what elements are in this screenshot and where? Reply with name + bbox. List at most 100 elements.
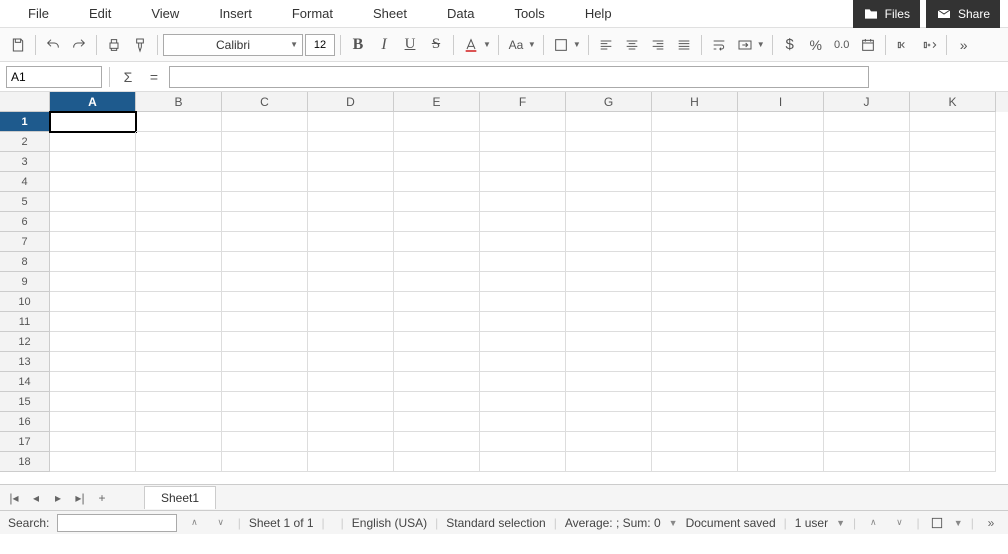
files-button[interactable]: Files	[853, 0, 920, 28]
cell-I14[interactable]	[738, 372, 824, 392]
cell-F6[interactable]	[480, 212, 566, 232]
cell-C2[interactable]	[222, 132, 308, 152]
cell-A10[interactable]	[50, 292, 136, 312]
cell-K5[interactable]	[910, 192, 996, 212]
cell-K13[interactable]	[910, 352, 996, 372]
print-icon[interactable]	[102, 33, 126, 57]
cell-B18[interactable]	[136, 452, 222, 472]
cell-G1[interactable]	[566, 112, 652, 132]
cell-A1[interactable]	[50, 112, 136, 132]
cell-I18[interactable]	[738, 452, 824, 472]
cell-I6[interactable]	[738, 212, 824, 232]
col-header-A[interactable]: A	[50, 92, 136, 112]
cell-F14[interactable]	[480, 372, 566, 392]
number-format-icon[interactable]: 0.0	[830, 33, 854, 57]
cell-K14[interactable]	[910, 372, 996, 392]
cell-J8[interactable]	[824, 252, 910, 272]
cell-D17[interactable]	[308, 432, 394, 452]
row-header-14[interactable]: 14	[0, 372, 50, 392]
equals-icon[interactable]: =	[143, 66, 165, 88]
row-header-15[interactable]: 15	[0, 392, 50, 412]
cell-D18[interactable]	[308, 452, 394, 472]
cell-J16[interactable]	[824, 412, 910, 432]
cell-H6[interactable]	[652, 212, 738, 232]
cell-A15[interactable]	[50, 392, 136, 412]
cell-B7[interactable]	[136, 232, 222, 252]
cell-G5[interactable]	[566, 192, 652, 212]
cell-G10[interactable]	[566, 292, 652, 312]
select-all-corner[interactable]	[0, 92, 50, 112]
cell-C9[interactable]	[222, 272, 308, 292]
cell-D16[interactable]	[308, 412, 394, 432]
cell-C8[interactable]	[222, 252, 308, 272]
cell-G15[interactable]	[566, 392, 652, 412]
cell-I9[interactable]	[738, 272, 824, 292]
increase-decimal-icon[interactable]	[917, 33, 941, 57]
cell-J4[interactable]	[824, 172, 910, 192]
cell-J2[interactable]	[824, 132, 910, 152]
cell-E17[interactable]	[394, 432, 480, 452]
cell-A3[interactable]	[50, 152, 136, 172]
cell-K9[interactable]	[910, 272, 996, 292]
row-header-16[interactable]: 16	[0, 412, 50, 432]
cell-D10[interactable]	[308, 292, 394, 312]
col-header-F[interactable]: F	[480, 92, 566, 112]
menu-edit[interactable]: Edit	[69, 2, 131, 25]
cell-D9[interactable]	[308, 272, 394, 292]
cell-J11[interactable]	[824, 312, 910, 332]
cell-D3[interactable]	[308, 152, 394, 172]
cell-I11[interactable]	[738, 312, 824, 332]
cell-E4[interactable]	[394, 172, 480, 192]
cell-B10[interactable]	[136, 292, 222, 312]
cell-H4[interactable]	[652, 172, 738, 192]
cell-B8[interactable]	[136, 252, 222, 272]
cell-B16[interactable]	[136, 412, 222, 432]
cell-C15[interactable]	[222, 392, 308, 412]
col-header-J[interactable]: J	[824, 92, 910, 112]
cell-C11[interactable]	[222, 312, 308, 332]
cell-K16[interactable]	[910, 412, 996, 432]
cell-H10[interactable]	[652, 292, 738, 312]
cell-F7[interactable]	[480, 232, 566, 252]
col-header-G[interactable]: G	[566, 92, 652, 112]
row-header-12[interactable]: 12	[0, 332, 50, 352]
cell-H14[interactable]	[652, 372, 738, 392]
collapse-up-icon[interactable]: ∧	[864, 513, 882, 533]
cell-D2[interactable]	[308, 132, 394, 152]
row-header-8[interactable]: 8	[0, 252, 50, 272]
cell-H7[interactable]	[652, 232, 738, 252]
cell-E14[interactable]	[394, 372, 480, 392]
cell-G11[interactable]	[566, 312, 652, 332]
undo-icon[interactable]	[41, 33, 65, 57]
cell-A5[interactable]	[50, 192, 136, 212]
cell-A2[interactable]	[50, 132, 136, 152]
prev-sheet-icon[interactable]: ◂	[26, 488, 46, 508]
cell-reference-input[interactable]	[6, 66, 102, 88]
row-header-1[interactable]: 1	[0, 112, 50, 132]
menu-view[interactable]: View	[131, 2, 199, 25]
cell-I15[interactable]	[738, 392, 824, 412]
cell-J14[interactable]	[824, 372, 910, 392]
next-sheet-icon[interactable]: ▸	[48, 488, 68, 508]
cell-E11[interactable]	[394, 312, 480, 332]
cell-E10[interactable]	[394, 292, 480, 312]
cell-F15[interactable]	[480, 392, 566, 412]
cell-D12[interactable]	[308, 332, 394, 352]
cell-D7[interactable]	[308, 232, 394, 252]
cell-I12[interactable]	[738, 332, 824, 352]
cell-D13[interactable]	[308, 352, 394, 372]
cell-C4[interactable]	[222, 172, 308, 192]
cell-A11[interactable]	[50, 312, 136, 332]
cell-K2[interactable]	[910, 132, 996, 152]
cell-C1[interactable]	[222, 112, 308, 132]
cell-G4[interactable]	[566, 172, 652, 192]
cell-E13[interactable]	[394, 352, 480, 372]
cell-A17[interactable]	[50, 432, 136, 452]
cell-K7[interactable]	[910, 232, 996, 252]
first-sheet-icon[interactable]: |◂	[4, 488, 24, 508]
cell-E12[interactable]	[394, 332, 480, 352]
cell-B14[interactable]	[136, 372, 222, 392]
more-tools-icon[interactable]: »	[952, 33, 976, 57]
cell-C17[interactable]	[222, 432, 308, 452]
cell-F16[interactable]	[480, 412, 566, 432]
